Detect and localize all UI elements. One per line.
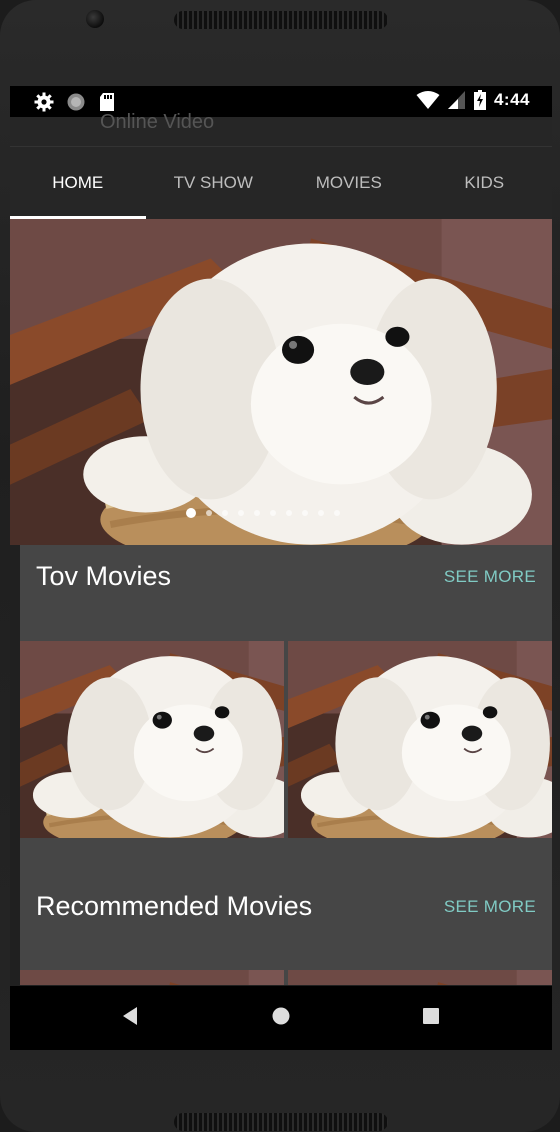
tab-movies[interactable]: MOVIES bbox=[281, 147, 417, 219]
section-header-recommended: Recommended Movies SEE MORE bbox=[20, 875, 552, 935]
banner-carousel[interactable] bbox=[10, 219, 552, 545]
navigation-bar bbox=[10, 986, 552, 1050]
earpiece-speaker bbox=[174, 11, 388, 29]
section-title: Recommended Movies bbox=[36, 891, 313, 921]
carousel-dot[interactable] bbox=[254, 510, 260, 516]
carousel-dot[interactable] bbox=[286, 510, 292, 516]
carousel-dot[interactable] bbox=[238, 510, 244, 516]
movie-thumbnail[interactable] bbox=[20, 970, 284, 985]
back-icon[interactable] bbox=[120, 1004, 140, 1028]
movie-poster bbox=[20, 970, 284, 985]
wifi-icon bbox=[416, 91, 440, 109]
front-camera bbox=[86, 10, 104, 28]
status-bar: 4:44 bbox=[10, 86, 552, 117]
tab-label: HOME bbox=[52, 173, 104, 192]
carousel-dot[interactable] bbox=[206, 510, 212, 516]
movie-thumbnail[interactable] bbox=[288, 970, 552, 985]
settings-icon bbox=[34, 92, 54, 112]
carousel-dot[interactable] bbox=[318, 510, 324, 516]
tab-home[interactable]: HOME bbox=[10, 147, 146, 219]
signal-icon bbox=[447, 91, 465, 109]
movie-poster bbox=[288, 970, 552, 985]
movie-thumbnail[interactable] bbox=[20, 641, 284, 838]
sync-icon bbox=[67, 93, 85, 111]
movie-poster bbox=[20, 641, 284, 838]
section-title: Tov Movies bbox=[36, 561, 172, 591]
tab-label: MOVIES bbox=[315, 173, 382, 192]
carousel-dot[interactable] bbox=[222, 510, 228, 516]
bottom-speaker bbox=[174, 1113, 388, 1131]
tab-label: TV SHOW bbox=[173, 173, 253, 192]
content-list: Tov Movies SEE MORE Recommended Movies S… bbox=[20, 545, 552, 985]
home-icon[interactable] bbox=[270, 1004, 292, 1028]
movie-poster bbox=[288, 641, 552, 838]
app-bar: Online Video bbox=[10, 111, 552, 147]
tab-kids[interactable]: KIDS bbox=[417, 147, 553, 219]
see-more-button[interactable]: SEE MORE bbox=[444, 897, 536, 917]
carousel-dot[interactable] bbox=[270, 510, 276, 516]
sd-card-icon bbox=[100, 93, 114, 111]
device-screen: 4:44 Online Video HOME TV SHOW MOVIES KI… bbox=[10, 86, 552, 1050]
banner-image bbox=[10, 219, 552, 545]
tab-bar: HOME TV SHOW MOVIES KIDS bbox=[10, 147, 552, 219]
battery-icon bbox=[473, 90, 486, 110]
app-title: Online Video bbox=[100, 111, 215, 133]
carousel-dot[interactable] bbox=[302, 510, 308, 516]
section-header-tov-movies: Tov Movies SEE MORE bbox=[20, 545, 552, 605]
status-time: 4:44 bbox=[493, 90, 530, 109]
recents-icon[interactable] bbox=[421, 1004, 441, 1028]
carousel-indicator bbox=[186, 508, 340, 518]
tab-tv-show[interactable]: TV SHOW bbox=[146, 147, 282, 219]
see-more-button[interactable]: SEE MORE bbox=[444, 567, 536, 587]
carousel-dot[interactable] bbox=[334, 510, 340, 516]
tab-label: KIDS bbox=[464, 173, 505, 192]
movie-thumbnail[interactable] bbox=[288, 641, 552, 838]
carousel-dot[interactable] bbox=[186, 508, 196, 518]
